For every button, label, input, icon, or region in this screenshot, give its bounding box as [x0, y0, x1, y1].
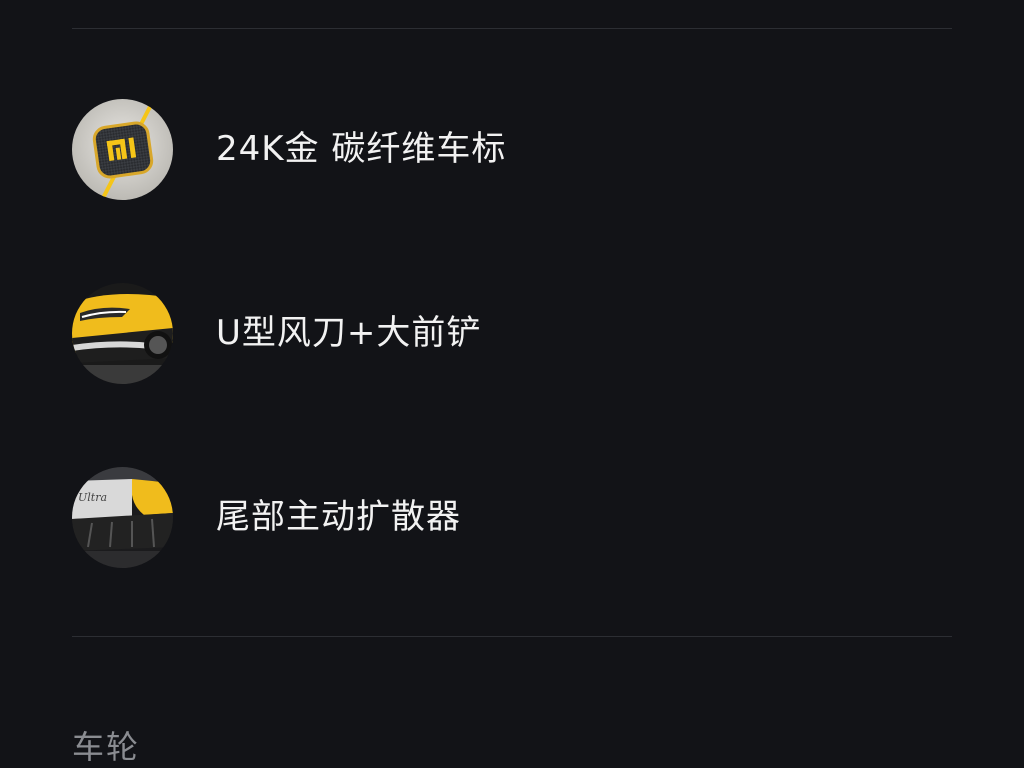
- feature-item-rear-diffuser[interactable]: Ultra 尾部主动扩散器: [72, 466, 952, 568]
- rear-diffuser-thumbnail: Ultra: [72, 466, 173, 568]
- bottom-divider: [72, 636, 952, 637]
- feature-label: 尾部主动扩散器: [216, 497, 461, 537]
- top-divider: [72, 28, 952, 29]
- feature-item-logo[interactable]: 24K金 碳纤维车标: [72, 98, 952, 200]
- rear-diffuser-icon: Ultra: [72, 466, 173, 568]
- feature-item-front-bumper[interactable]: U型风刀+大前铲: [72, 282, 952, 384]
- feature-label: 24K金 碳纤维车标: [216, 129, 507, 169]
- section-title: 车轮: [72, 728, 141, 766]
- feature-label: U型风刀+大前铲: [216, 313, 482, 353]
- carbon-badge-thumbnail: [72, 98, 173, 200]
- svg-text:Ultra: Ultra: [78, 491, 107, 504]
- xiaomi-logo-badge-icon: [72, 98, 173, 200]
- yellow-car-front-icon: [72, 282, 173, 384]
- car-front-thumbnail: [72, 282, 173, 384]
- feature-list-page: 24K金 碳纤维车标 U型风刀+大前铲 Ultra 尾部主动扩散器 车轮: [0, 0, 1024, 768]
